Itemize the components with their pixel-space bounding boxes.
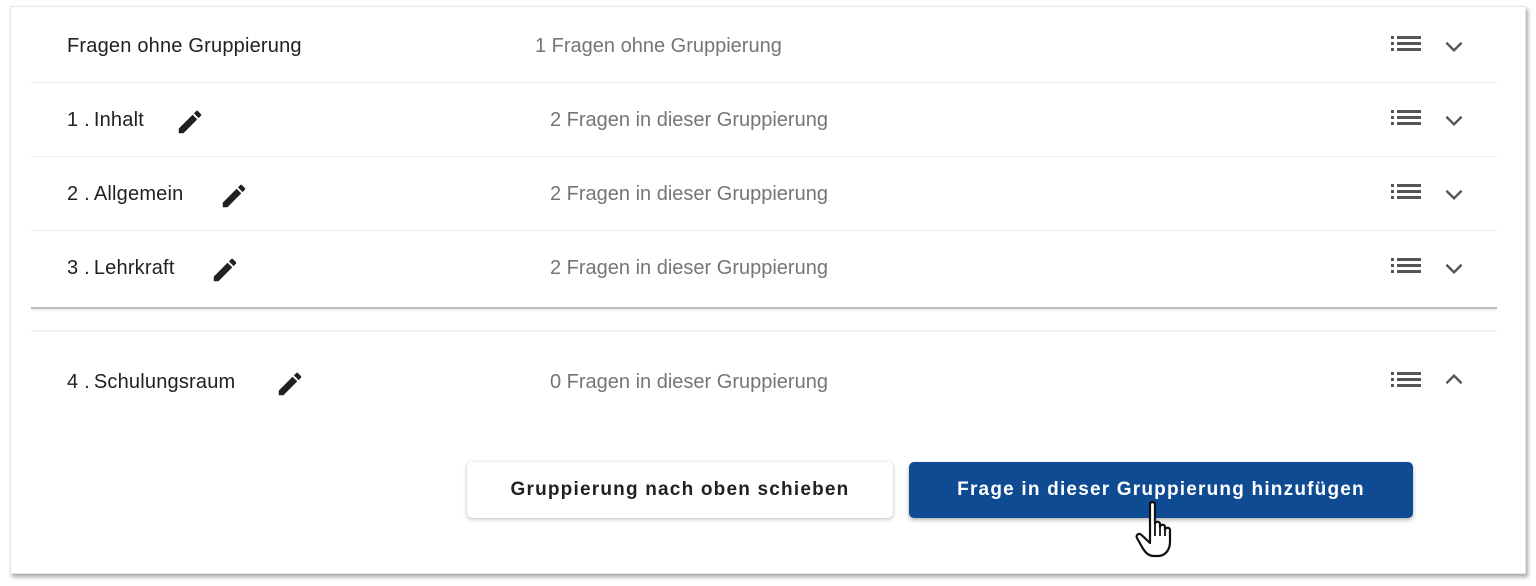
expanded-panel-edge xyxy=(31,330,1497,332)
group-row-ungrouped[interactable]: Fragen ohne Gruppierung 1 Fragen ohne Gr… xyxy=(31,9,1497,83)
group-name: Allgemein xyxy=(93,183,184,205)
group-title: 2 . Allgemein xyxy=(67,157,183,231)
pencil-icon[interactable] xyxy=(210,255,240,285)
group-name: Lehrkraft xyxy=(93,257,175,279)
group-number: 3 . xyxy=(67,257,90,279)
pencil-icon[interactable] xyxy=(219,181,249,211)
section-divider xyxy=(31,307,1497,309)
chevron-down-icon[interactable] xyxy=(1441,255,1467,281)
group-summary: 0 Fragen in dieser Gruppierung xyxy=(550,371,828,393)
group-summary: 2 Fragen in dieser Gruppierung xyxy=(550,183,828,205)
pencil-icon[interactable] xyxy=(275,369,305,399)
group-summary: 2 Fragen in dieser Gruppierung xyxy=(550,109,828,131)
group-row-allgemein[interactable]: 2 . Allgemein 2 Fragen in dieser Gruppier… xyxy=(31,157,1497,231)
list-icon[interactable] xyxy=(1391,371,1421,393)
group-row-schulungsraum[interactable]: 4 . Schulungsraum 0 Fragen in dieser Grup… xyxy=(31,345,1497,419)
group-title: 1 . Inhalt xyxy=(67,83,144,157)
hand-pointer-icon xyxy=(1135,501,1172,558)
group-title: 3 . Lehrkraft xyxy=(67,231,175,305)
group-name: Inhalt xyxy=(93,109,144,131)
list-icon[interactable] xyxy=(1391,35,1421,57)
pencil-icon[interactable] xyxy=(175,107,205,137)
chevron-up-icon[interactable] xyxy=(1441,367,1467,393)
group-name: Fragen ohne Gruppierung xyxy=(67,35,302,57)
group-title: Fragen ohne Gruppierung xyxy=(67,9,302,83)
group-number: 4 . xyxy=(67,371,90,393)
group-summary: 1 Fragen ohne Gruppierung xyxy=(535,35,782,57)
chevron-down-icon[interactable] xyxy=(1441,33,1467,59)
group-row-inhalt[interactable]: 1 . Inhalt 2 Fragen in dieser Gruppierung xyxy=(31,83,1497,157)
group-name: Schulungsraum xyxy=(93,371,236,393)
group-number: 2 . xyxy=(67,183,90,205)
group-summary: 2 Fragen in dieser Gruppierung xyxy=(550,257,828,279)
list-icon[interactable] xyxy=(1391,109,1421,131)
chevron-down-icon[interactable] xyxy=(1441,181,1467,207)
move-group-up-button[interactable]: Gruppierung nach oben schieben xyxy=(467,462,893,518)
list-icon[interactable] xyxy=(1391,257,1421,279)
group-number: 1 . xyxy=(67,109,90,131)
grouping-panel: Fragen ohne Gruppierung 1 Fragen ohne Gr… xyxy=(10,6,1526,574)
chevron-down-icon[interactable] xyxy=(1441,107,1467,133)
group-title: 4 . Schulungsraum xyxy=(67,345,235,419)
list-icon[interactable] xyxy=(1391,183,1421,205)
group-row-lehrkraft[interactable]: 3 . Lehrkraft 2 Fragen in dieser Gruppier… xyxy=(31,231,1497,305)
